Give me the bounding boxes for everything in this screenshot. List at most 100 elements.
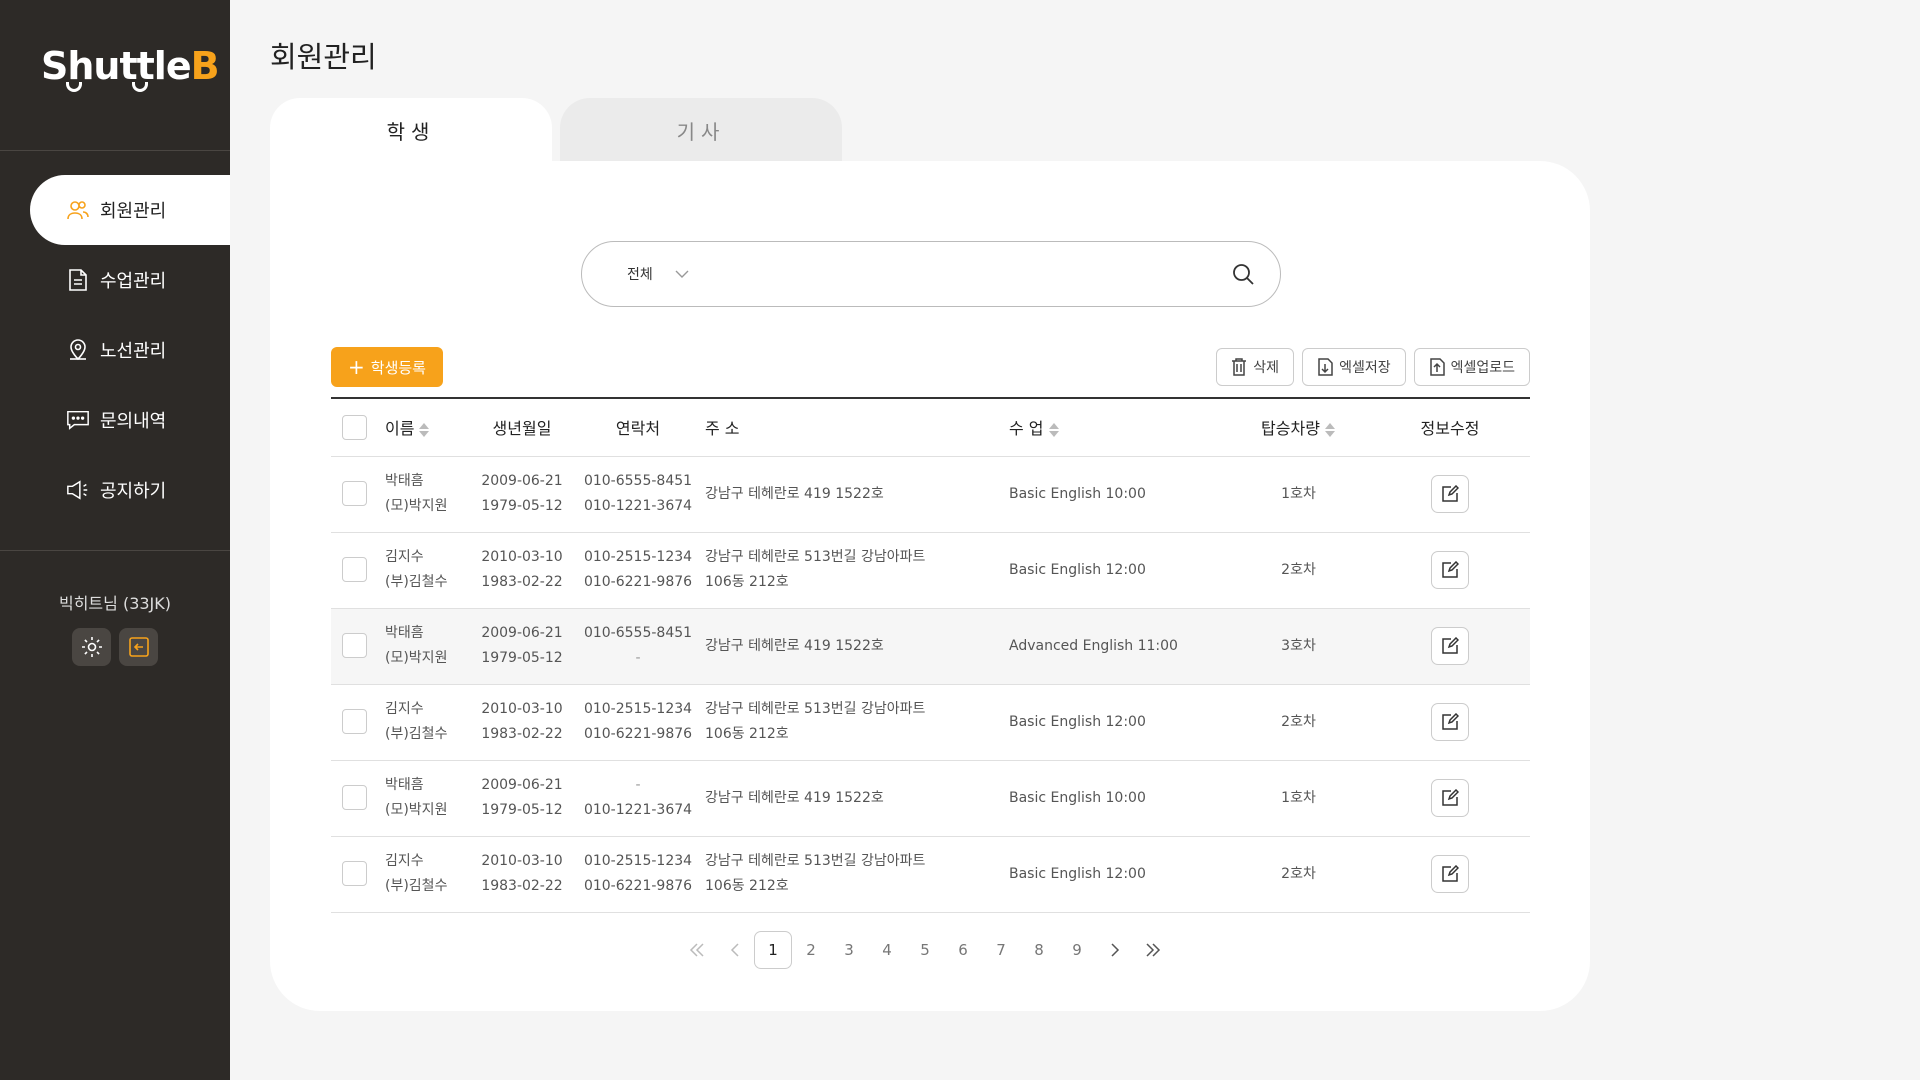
first-page-button[interactable] <box>678 931 716 969</box>
col-class-header[interactable]: 수 업 <box>1005 398 1227 456</box>
table-header-row: 이름 생년월일 연락처 주 소 수 업 탑승차량 정보수정 <box>331 398 1530 456</box>
chevron-right-icon <box>1111 943 1120 957</box>
page-8[interactable]: 8 <box>1020 931 1058 969</box>
student-birth: 2009-06-21 <box>481 625 563 641</box>
edit-button[interactable] <box>1431 551 1469 589</box>
student-name: 박태흠 <box>385 625 424 641</box>
search-icon <box>1233 264 1254 285</box>
sidebar: ShuttleB 회원관리 수업관리 노선관리 문의내역 공지하기 빅히트님 (… <box>0 0 230 1080</box>
guardian-birth: 1983-02-22 <box>481 726 563 742</box>
phone-primary: 010-2515-1234 <box>583 549 693 565</box>
members-table: 이름 생년월일 연락처 주 소 수 업 탑승차량 정보수정 박태흠 (모)박지원 … <box>331 397 1530 913</box>
sidebar-divider-top <box>0 150 230 151</box>
class-cell: Basic English 10:00 <box>1009 485 1146 502</box>
edit-button[interactable] <box>1431 475 1469 513</box>
edit-button[interactable] <box>1431 627 1469 665</box>
double-chevron-left-icon <box>689 943 704 957</box>
edit-button[interactable] <box>1431 855 1469 893</box>
sidebar-nav: 회원관리 수업관리 노선관리 문의내역 공지하기 <box>0 175 230 525</box>
sidebar-item-routes[interactable]: 노선관리 <box>0 315 230 385</box>
col-address-header: 주 소 <box>705 419 740 439</box>
plus-icon: + <box>348 355 365 379</box>
phone-primary: 010-2515-1234 <box>583 853 693 869</box>
phone-secondary: 010-1221-3674 <box>583 802 693 818</box>
student-birth: 2010-03-10 <box>481 701 563 717</box>
col-name-header[interactable]: 이름 <box>377 398 467 456</box>
sidebar-item-label: 노선관리 <box>100 341 167 362</box>
excel-upload-label: 엑셀업로드 <box>1450 360 1515 376</box>
download-icon <box>1318 358 1333 376</box>
pagination: 1 2 3 4 5 6 7 8 9 <box>678 931 1172 969</box>
megaphone-icon <box>66 478 90 502</box>
last-page-button[interactable] <box>1134 931 1172 969</box>
search-filter-select[interactable]: 전체 <box>627 264 689 284</box>
vehicle-cell: 2호차 <box>1281 713 1316 730</box>
settings-button[interactable] <box>72 628 111 666</box>
page-7[interactable]: 7 <box>982 931 1020 969</box>
delete-button[interactable]: 삭제 <box>1216 348 1295 386</box>
address-line1: 강남구 테헤란로 513번길 강남아파트 <box>705 549 926 565</box>
location-pin-icon <box>66 338 90 362</box>
logout-button[interactable] <box>119 628 158 666</box>
page-3[interactable]: 3 <box>830 931 868 969</box>
address-line1: 강남구 테헤란로 419 1522호 <box>705 789 884 806</box>
sidebar-item-notices[interactable]: 공지하기 <box>0 455 230 525</box>
page-9[interactable]: 9 <box>1058 931 1096 969</box>
row-checkbox[interactable] <box>341 785 367 811</box>
guardian-birth: 1983-02-22 <box>481 574 563 590</box>
gear-icon <box>81 637 102 657</box>
row-checkbox[interactable] <box>341 557 367 583</box>
row-checkbox[interactable] <box>341 633 367 659</box>
phone-primary: 010-6555-8451 <box>583 473 693 489</box>
add-student-button[interactable]: + 학생등록 <box>331 347 443 387</box>
address-line1: 강남구 테헤란로 419 1522호 <box>705 485 884 502</box>
student-birth: 2009-06-21 <box>481 777 563 793</box>
phone-primary: 010-2515-1234 <box>583 701 693 717</box>
vehicle-cell: 3호차 <box>1281 637 1316 654</box>
excel-upload-button[interactable]: 엑셀업로드 <box>1413 348 1530 386</box>
class-cell: Advanced English 11:00 <box>1009 637 1178 654</box>
sort-icon <box>1048 422 1059 437</box>
sidebar-item-inquiries[interactable]: 문의내역 <box>0 385 230 455</box>
logout-icon <box>128 637 149 657</box>
row-checkbox[interactable] <box>341 481 367 507</box>
sidebar-item-members[interactable]: 회원관리 <box>30 175 230 245</box>
tab-drivers[interactable]: 기사 <box>560 98 842 162</box>
page-5[interactable]: 5 <box>906 931 944 969</box>
guardian-birth: 1979-05-12 <box>481 650 563 666</box>
table-row: 김지수 (부)김철수 2010-03-10 1983-02-22 010-2515-… <box>331 684 1530 760</box>
sidebar-item-label: 문의내역 <box>100 411 167 432</box>
class-cell: Basic English 10:00 <box>1009 789 1146 806</box>
trash-icon <box>1232 358 1247 376</box>
phone-secondary: - <box>635 650 641 666</box>
page-2[interactable]: 2 <box>792 931 830 969</box>
vehicle-cell: 2호차 <box>1281 865 1316 882</box>
table-row: 박태흠 (모)박지원 2009-06-21 1979-05-12 010-6555-… <box>331 608 1530 684</box>
sort-icon <box>419 422 430 437</box>
sidebar-divider-bottom <box>0 550 230 551</box>
phone-secondary: 010-6221-9876 <box>583 726 693 742</box>
search-input[interactable] <box>708 266 1230 282</box>
class-cell: Basic English 12:00 <box>1009 865 1146 882</box>
row-checkbox[interactable] <box>341 709 367 735</box>
table-row: 박태흠 (모)박지원 2009-06-21 1979-05-12 010-6555-… <box>331 456 1530 532</box>
page-6[interactable]: 6 <box>944 931 982 969</box>
logo-smile-right <box>132 82 148 92</box>
next-page-button[interactable] <box>1096 931 1134 969</box>
edit-button[interactable] <box>1431 779 1469 817</box>
sidebar-item-classes[interactable]: 수업관리 <box>0 245 230 315</box>
page-4[interactable]: 4 <box>868 931 906 969</box>
page-1[interactable]: 1 <box>754 931 792 969</box>
guardian-name: (부)김철수 <box>385 726 448 742</box>
edit-button[interactable] <box>1431 703 1469 741</box>
guardian-name: (부)김철수 <box>385 878 448 894</box>
tab-students[interactable]: 학생 <box>270 98 552 162</box>
table-row: 김지수 (부)김철수 2010-03-10 1983-02-22 010-2515-… <box>331 532 1530 608</box>
col-vehicle-header[interactable]: 탑승차량 <box>1227 398 1370 456</box>
select-all-checkbox[interactable] <box>341 414 367 440</box>
prev-page-button[interactable] <box>716 931 754 969</box>
row-checkbox[interactable] <box>341 861 367 887</box>
excel-save-button[interactable]: 엑셀저장 <box>1302 348 1406 386</box>
search-button[interactable] <box>1230 261 1256 287</box>
student-birth: 2010-03-10 <box>481 853 563 869</box>
